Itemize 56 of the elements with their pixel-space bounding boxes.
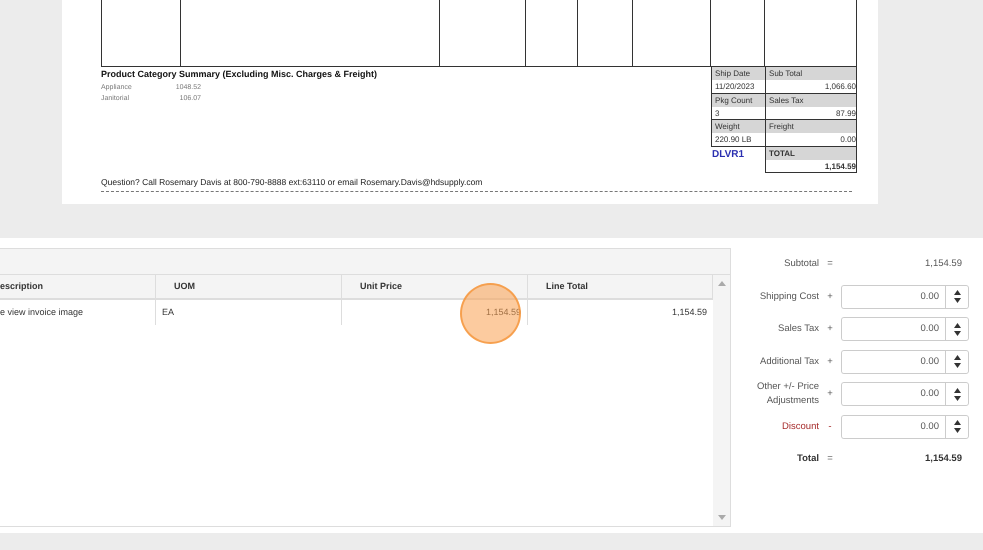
field-label: Weight — [712, 120, 765, 133]
field-label: Pkg Count — [712, 94, 765, 106]
up-down-arrows-icon[interactable] — [954, 420, 960, 434]
number-field[interactable]: 0.00 — [841, 317, 945, 342]
spinner-button[interactable] — [945, 284, 969, 309]
spinner-button[interactable] — [945, 317, 969, 342]
number-field[interactable]: 0.00 — [841, 382, 945, 406]
number-field[interactable]: 0.00 — [841, 414, 945, 439]
total-label: Freight — [766, 120, 856, 133]
contact-note: Question? Call Rosemary Davis at 800-790-8888 ext:63110 or email Rosemary.Davis@hdsupply.com — [101, 176, 484, 188]
field-label: Ship Date — [712, 67, 765, 80]
field-label: Discount — [781, 420, 819, 434]
column-header[interactable]: UOM — [156, 275, 342, 298]
field-value: 3 — [714, 108, 720, 120]
field-label: Additional Tax — [759, 354, 819, 369]
field-value: 11/20/2023 — [714, 81, 756, 93]
number-field[interactable]: 0.00 — [841, 284, 945, 309]
operator-sign: + — [826, 290, 834, 304]
field-value: 220.90 LB — [714, 134, 752, 146]
operator-sign: + — [826, 322, 834, 336]
spinner-button[interactable] — [945, 350, 969, 374]
table-cell: e view invoice image — [0, 300, 156, 325]
spinner-button[interactable] — [945, 382, 969, 406]
operator-sign: = — [826, 452, 834, 466]
table-cell: EA — [156, 300, 342, 325]
amount-value: 1,154.59 — [924, 257, 963, 272]
total-value: 1,066.60 — [824, 81, 856, 93]
total-value: 1,154.59 — [824, 160, 856, 172]
summary-heading: Product Category Summary (Excluding Misc. Charges & Freight) — [101, 68, 378, 81]
spinner-button[interactable] — [945, 414, 969, 439]
field-label: Shipping Cost — [758, 290, 819, 304]
table-cell — [526, 0, 578, 67]
total-label: Sales Tax — [766, 94, 856, 106]
field-label: Total — [796, 452, 819, 466]
up-down-arrows-icon[interactable] — [954, 290, 960, 304]
total-label: Sub Total — [766, 67, 856, 80]
field-label: Subtotal — [783, 257, 819, 272]
total-label: TOTAL — [766, 146, 856, 160]
field-label: Sales Tax — [776, 322, 819, 336]
column-header[interactable]: Unit Price — [342, 275, 528, 298]
operator-sign: + — [826, 354, 834, 369]
up-down-arrows-icon[interactable] — [954, 355, 960, 368]
up-down-arrows-icon[interactable] — [954, 388, 960, 401]
up-down-arrows-icon[interactable] — [954, 322, 960, 336]
total-value: 0.00 — [839, 134, 856, 146]
route-code: DLVR1 — [711, 148, 746, 162]
number-field[interactable]: 0.00 — [841, 350, 945, 374]
operator-sign: - — [827, 420, 833, 434]
amount-value: 1,154.59 — [924, 452, 963, 466]
table-cell-text: 1,154.59 — [670, 306, 708, 319]
column-header[interactable]: escription — [0, 275, 156, 298]
table-cell — [578, 0, 633, 67]
field-label: Other +/- Price Adjustments — [756, 380, 819, 408]
operator-sign: = — [826, 257, 834, 272]
operator-sign: + — [826, 387, 834, 402]
total-value: 87.99 — [834, 108, 856, 120]
